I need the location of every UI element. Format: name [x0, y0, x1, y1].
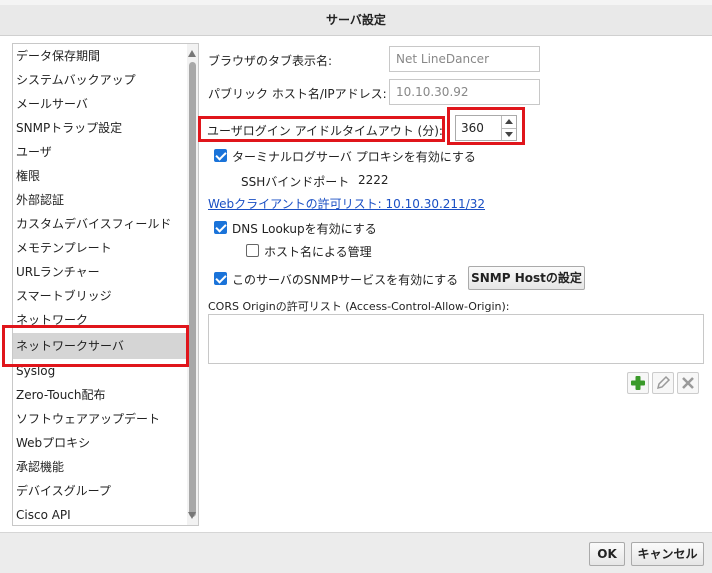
public-host-label: パブリック ホスト名/IPアドレス: — [208, 87, 387, 101]
category-item[interactable]: データ保存期間 — [13, 44, 188, 68]
category-item[interactable]: 承認機能 — [13, 455, 188, 479]
add-origin-button[interactable] — [627, 372, 649, 394]
ssh-port-label: SSHバインドポート — [241, 175, 350, 189]
idle-timeout-value: 360 — [461, 121, 484, 135]
web-client-allowlist-link[interactable]: Webクライアントの許可リスト: 10.10.30.211/32 — [208, 195, 485, 212]
public-host-input[interactable]: 10.10.30.92 — [389, 79, 540, 105]
terminal-proxy-checkbox[interactable] — [214, 149, 227, 162]
dialog-footer: OK キャンセル — [0, 532, 712, 573]
cors-label: CORS Originの許可リスト (Access-Control-Allow-… — [208, 300, 510, 313]
edit-origin-button[interactable] — [652, 372, 674, 394]
close-icon — [682, 377, 694, 389]
category-item[interactable]: 外部認証 — [13, 188, 188, 212]
idle-timeout-label: ユーザログイン アイドルタイムアウト (分): — [207, 124, 443, 138]
settings-dialog: データ保存期間 システムバックアップ メールサーバ SNMPトラップ設定 ユーザ… — [0, 36, 712, 532]
hostname-mgmt-label: ホスト名による管理 — [264, 245, 372, 259]
hostname-mgmt-checkbox[interactable] — [246, 244, 259, 257]
category-item[interactable]: メモテンプレート — [13, 236, 188, 260]
dns-lookup-checkbox[interactable] — [214, 221, 227, 234]
delete-origin-button[interactable] — [677, 372, 699, 394]
ok-button[interactable]: OK — [589, 542, 625, 566]
list-scrollbar[interactable] — [187, 44, 198, 525]
category-item[interactable]: ユーザ — [13, 140, 188, 164]
scroll-up-arrow-icon[interactable] — [188, 50, 196, 57]
terminal-proxy-label: ターミナルログサーバ プロキシを有効にする — [232, 150, 476, 164]
ssh-port-value: 2222 — [358, 173, 389, 187]
dns-lookup-label: DNS Lookupを有効にする — [232, 222, 377, 236]
category-item[interactable]: 権限 — [13, 164, 188, 188]
settings-category-list: データ保存期間 システムバックアップ メールサーバ SNMPトラップ設定 ユーザ… — [12, 43, 199, 526]
browser-tab-label: ブラウザのタブ表示名: — [208, 54, 333, 68]
increment-arrow-icon[interactable] — [502, 116, 516, 128]
idle-timeout-stepper[interactable]: 360 — [455, 115, 517, 141]
pencil-icon — [656, 375, 671, 390]
category-item[interactable]: Cisco API — [13, 503, 188, 525]
category-item[interactable]: スマートブリッジ — [13, 284, 188, 308]
scroll-down-arrow-icon[interactable] — [188, 512, 196, 519]
category-item[interactable]: Syslog — [13, 359, 188, 383]
category-item[interactable]: システムバックアップ — [13, 68, 188, 92]
category-item-selected[interactable]: ネットワークサーバ — [13, 333, 188, 359]
category-item[interactable]: メールサーバ — [13, 92, 188, 116]
browser-tab-input[interactable]: Net LineDancer — [389, 46, 540, 72]
snmp-service-checkbox[interactable] — [214, 272, 227, 285]
category-item[interactable]: カスタムデバイスフィールド — [13, 212, 188, 236]
cors-origin-list[interactable] — [208, 314, 704, 364]
plus-icon — [631, 376, 645, 390]
category-item[interactable]: デバイスグループ — [13, 479, 188, 503]
category-item[interactable]: SNMPトラップ設定 — [13, 116, 188, 140]
cancel-button[interactable]: キャンセル — [631, 542, 704, 566]
decrement-arrow-icon[interactable] — [502, 128, 516, 140]
category-item[interactable]: URLランチャー — [13, 260, 188, 284]
category-item[interactable]: ネットワーク — [13, 308, 188, 332]
category-item[interactable]: Webプロキシ — [13, 431, 188, 455]
dialog-title: サーバ設定 — [0, 5, 712, 36]
snmp-service-label: このサーバのSNMPサービスを有効にする — [232, 273, 459, 287]
category-item[interactable]: Zero-Touch配布 — [13, 383, 188, 407]
scroll-thumb[interactable] — [189, 62, 196, 517]
snmp-host-settings-button[interactable]: SNMP Hostの設定 — [468, 266, 585, 290]
category-item[interactable]: ソフトウェアアップデート — [13, 407, 188, 431]
